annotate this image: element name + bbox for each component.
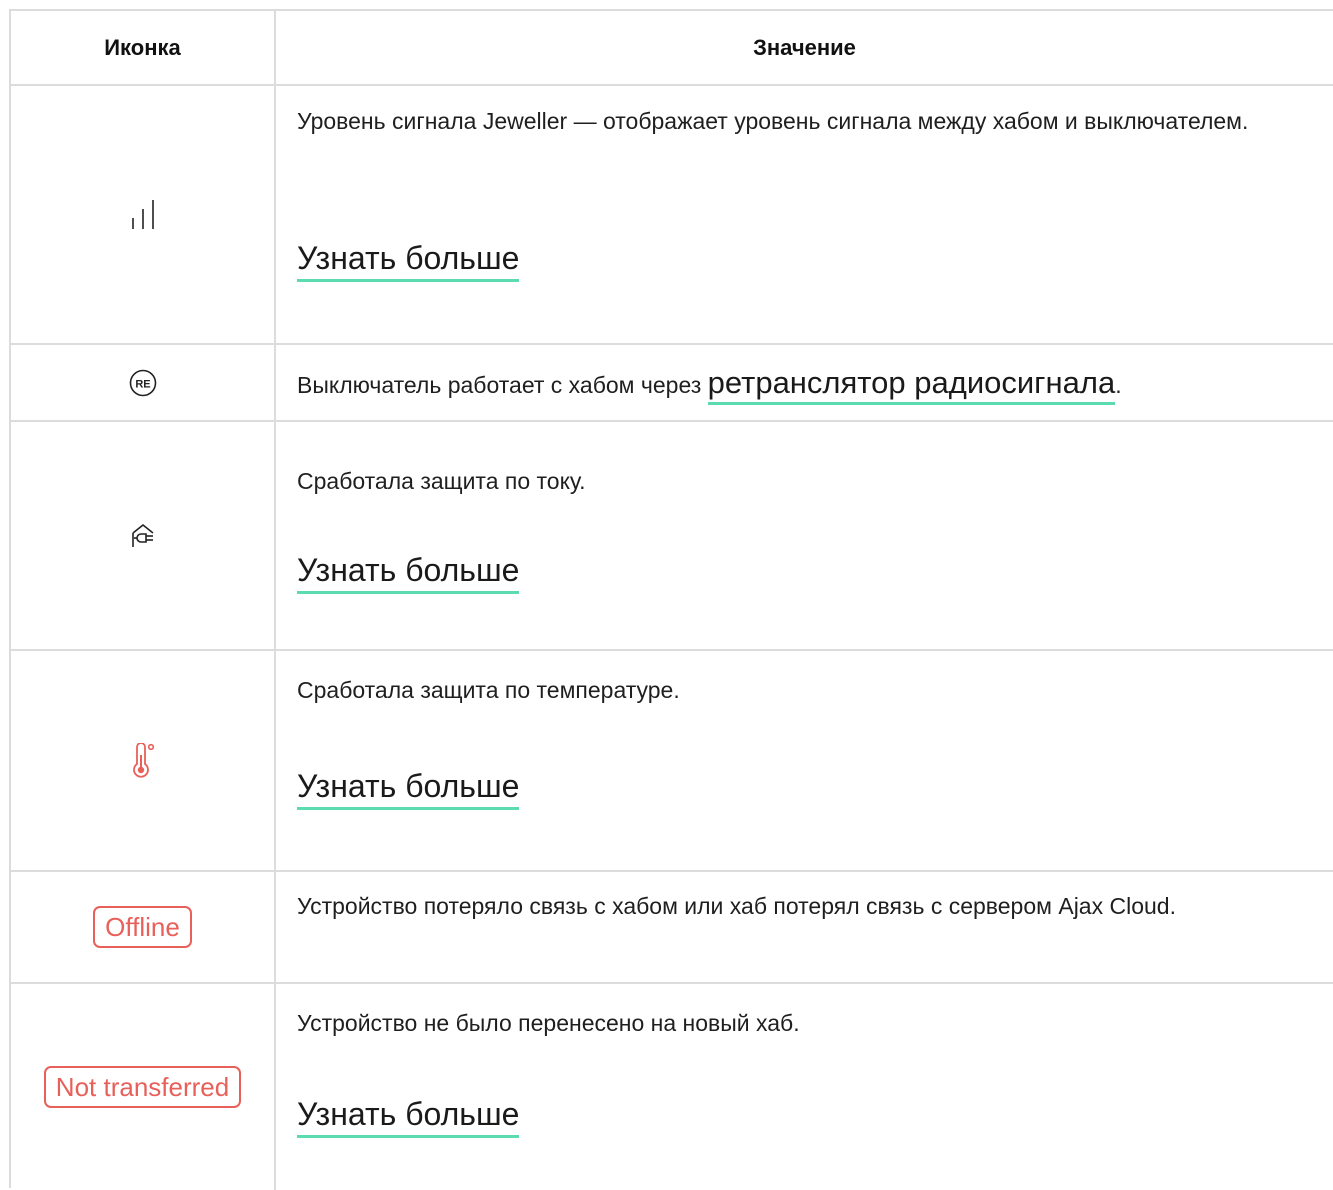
row-description: Сработала защита по температуре. (297, 677, 680, 703)
svg-text:RE: RE (135, 378, 150, 390)
table-row: Уровень сигнала Jeweller — отображает ур… (11, 86, 1333, 345)
table-header: Иконка Значение (11, 11, 1333, 86)
row-description: Уровень сигнала Jeweller — отображает ур… (297, 108, 1249, 134)
current-protection-icon (130, 523, 156, 549)
learn-more-link[interactable]: Узнать больше (297, 240, 520, 282)
range-extender-icon: RE (129, 369, 157, 397)
offline-badge: Offline (93, 906, 192, 948)
row-description: Устройство не было перенесено на новый х… (297, 1010, 800, 1036)
learn-more-link[interactable]: Узнать больше (297, 552, 520, 594)
row-description: Выключатель работает с хабом через ретра… (297, 363, 1303, 405)
learn-more-link[interactable]: Узнать больше (297, 1096, 520, 1138)
table-row: Not transferred Устройство не было перен… (11, 984, 1333, 1190)
table-row: RE Выключатель работает с хабом через ре… (11, 345, 1333, 422)
range-extender-link[interactable]: ретранслятор радиосигнала (707, 365, 1116, 405)
row-description: Устройство потеряло связь с хабом или ха… (297, 893, 1176, 919)
legend-table: Иконка Значение Уровень сигнала Jeweller… (9, 9, 1333, 1190)
header-meaning-column: Значение (753, 34, 856, 60)
table-row: Сработала защита по температуре. Узнать … (11, 651, 1333, 872)
table-row: Offline Устройство потеряло связь с хабо… (11, 872, 1333, 984)
header-icon-column: Иконка (11, 11, 276, 84)
signal-strength-icon (130, 199, 156, 230)
temperature-protection-icon (130, 742, 156, 779)
not-transferred-badge: Not transferred (43, 1066, 242, 1108)
row-description: Сработала защита по току. (297, 468, 586, 494)
learn-more-link[interactable]: Узнать больше (297, 768, 520, 810)
table-row: Сработала защита по току. Узнать больше (11, 422, 1333, 651)
